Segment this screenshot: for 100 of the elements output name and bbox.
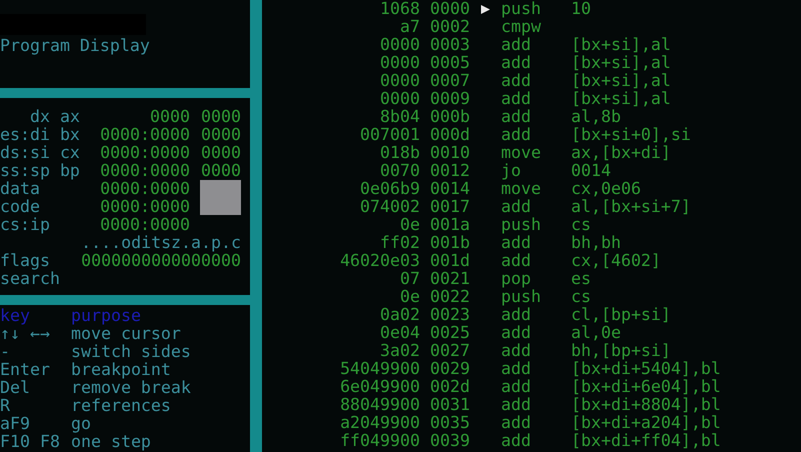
instruction-operand: [bx+si],al — [571, 36, 671, 54]
instruction-operand: al,8b — [571, 108, 621, 126]
instruction-mnemonic: move — [501, 144, 542, 162]
instruction-mnemonic: add — [501, 198, 532, 216]
instruction-mnemonic: add — [501, 90, 532, 108]
instruction-bytes: 0000 — [379, 72, 420, 90]
instruction-operand: ax,[bx+di] — [571, 144, 671, 162]
instruction-address: 0009 — [430, 90, 470, 108]
register-value: 0000 — [201, 107, 241, 126]
instruction-operand: cs — [571, 216, 591, 234]
register-value: 0000 — [201, 143, 241, 162]
instruction-mnemonic: add — [501, 126, 532, 144]
key-label: Enter — [0, 361, 51, 379]
instruction-address: 0005 — [430, 54, 470, 72]
instruction-mnemonic: add — [501, 36, 531, 54]
instruction-address: 0002 — [430, 18, 470, 36]
instruction-operand: cx,[4602] — [571, 252, 661, 270]
instruction-address: 0027 — [430, 342, 470, 360]
instruction-operand: [bx+si],al — [571, 90, 671, 108]
instruction-mnemonic: add — [501, 324, 532, 342]
key-purpose: breakpoint — [71, 361, 171, 379]
instruction-bytes: a2049900 — [339, 414, 420, 432]
instruction-operand: [bx+di+6e04],bl — [571, 378, 721, 396]
instruction-address: 0025 — [430, 324, 470, 342]
instruction-bytes: 0000 — [379, 54, 420, 72]
instruction-address: 0021 — [430, 270, 470, 288]
instruction-bytes: 3a02 — [379, 342, 420, 360]
key-purpose: move cursor — [71, 325, 181, 343]
instruction-operand: bh,[bp+si] — [571, 342, 671, 360]
instruction-mnemonic: add — [501, 54, 532, 72]
instruction-bytes: 0e04 — [379, 324, 420, 342]
instruction-bytes: 0e06b9 — [359, 180, 420, 198]
instruction-mnemonic: push — [501, 216, 542, 234]
flags-legend: ....oditsz.a.p.c — [81, 234, 241, 252]
register-value: 0000:0000 — [100, 144, 190, 162]
instruction-mnemonic: cmpw — [501, 18, 542, 36]
instruction-address: 0023 — [430, 306, 470, 324]
register-label: code — [0, 198, 40, 216]
instruction-address: 0014 — [430, 180, 470, 198]
column-header: purpose — [71, 307, 141, 325]
instruction-address: 0003 — [430, 36, 470, 54]
instruction-bytes: ff049900 — [339, 432, 420, 450]
key-purpose: one step — [71, 433, 151, 451]
instruction-operand: cs — [571, 288, 591, 306]
instruction-mnemonic: add — [501, 378, 532, 396]
register-label: dx ax — [29, 108, 80, 126]
instruction-address: 0010 — [430, 144, 470, 162]
key-purpose: go — [71, 415, 91, 433]
flags-label: flags — [0, 252, 50, 270]
instruction-bytes: 007001 — [359, 126, 420, 144]
instruction-operand: bh,bh — [571, 234, 621, 252]
register-value: 0000:0000 — [100, 126, 190, 144]
instruction-mnemonic: add — [501, 108, 532, 126]
instruction-operand: 0014 — [571, 162, 611, 180]
instruction-bytes: 0000 — [379, 36, 420, 54]
instruction-address: 000b — [430, 108, 470, 126]
instruction-mnemonic: push — [501, 0, 542, 18]
register-value: 0000:0000 — [100, 216, 190, 234]
instruction-operand: [bx+di+8804],bl — [571, 396, 721, 414]
instruction-bytes: 07 — [399, 270, 420, 288]
instruction-address: 001a — [430, 216, 470, 234]
instruction-address: 0031 — [430, 396, 470, 414]
column-header: key — [0, 307, 31, 325]
instruction-bytes: 6e049900 — [339, 378, 420, 396]
instruction-operand: 10 — [571, 0, 591, 18]
instruction-address: 0039 — [430, 432, 470, 450]
instruction-bytes: 88049900 — [339, 396, 420, 414]
instruction-operand: [bx+si],al — [571, 72, 671, 90]
register-value: 0000 — [201, 161, 241, 180]
instruction-operand: [bx+di+5404],bl — [571, 360, 721, 378]
register-value: 0000:0000 — [100, 162, 190, 180]
instruction-mnemonic: add — [501, 234, 531, 252]
flags-value: 0000000000000000 — [81, 252, 241, 270]
instruction-bytes: 0070 — [379, 162, 420, 180]
search-label: search — [0, 270, 61, 288]
instruction-address: 0012 — [430, 162, 470, 180]
key-purpose: remove break — [71, 379, 191, 397]
instruction-operand: cl,[bp+si] — [571, 306, 671, 324]
instruction-bytes: 1068 — [379, 0, 420, 18]
key-label: Del — [0, 379, 31, 397]
instruction-bytes: 54049900 — [339, 360, 420, 378]
instruction-mnemonic: add — [501, 432, 532, 450]
instruction-address: 002d — [430, 378, 470, 396]
register-label: data — [0, 180, 40, 198]
instruction-address: 0007 — [430, 72, 470, 90]
instruction-bytes: 46020e03 — [339, 252, 420, 270]
register-value: 0000 — [150, 108, 190, 126]
instruction-operand: es — [571, 270, 591, 288]
instruction-operand: [bx+di+ff04],bl — [571, 432, 721, 450]
instruction-operand: [bx+si],al — [571, 54, 671, 72]
instruction-operand: [bx+di+a204],bl — [571, 414, 721, 432]
instruction-bytes: 0a02 — [379, 306, 420, 324]
register-value: 0000 — [201, 125, 241, 144]
register-label: es:di bx — [0, 126, 80, 144]
key-label: aF9 — [0, 415, 31, 433]
instruction-operand: al,0e — [571, 324, 621, 342]
instruction-mnemonic: add — [501, 72, 532, 90]
instruction-address: 000d — [430, 126, 470, 144]
instruction-bytes: a7 — [399, 18, 420, 36]
instruction-address: 0022 — [430, 288, 470, 306]
